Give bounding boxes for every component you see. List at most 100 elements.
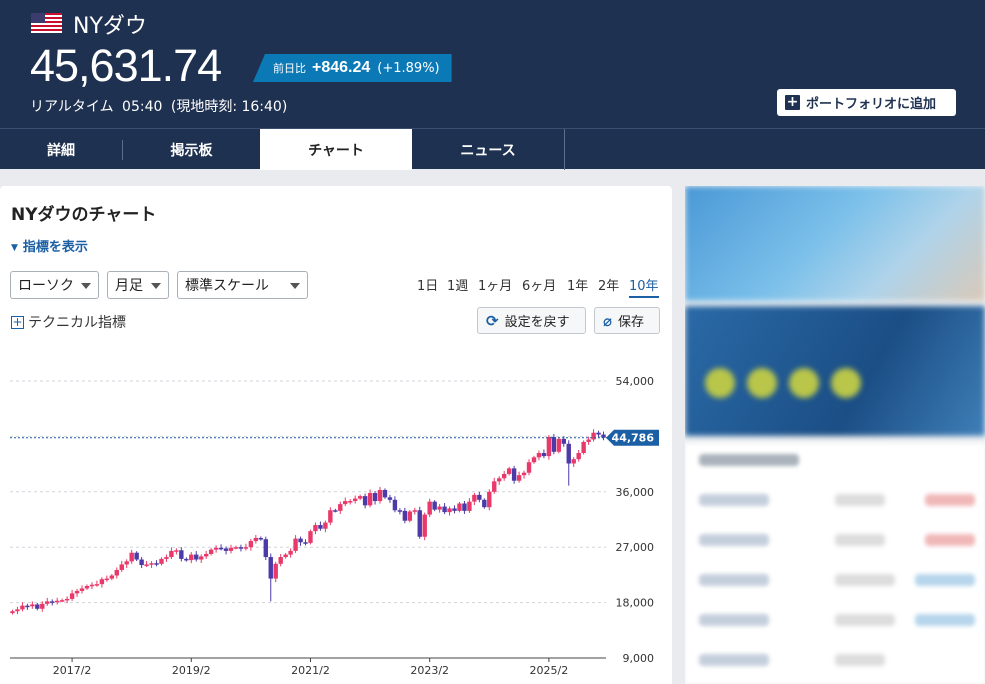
y-tick-label: 27,000: [616, 541, 655, 554]
candle-body: [144, 564, 149, 566]
reset-settings-button[interactable]: ⟳ 設定を戻す: [477, 307, 586, 334]
candle-body: [526, 462, 532, 473]
technical-indicator-toggle[interactable]: + テクニカル指標: [11, 312, 126, 332]
ad-dot: [831, 368, 861, 398]
candle-body: [551, 437, 557, 452]
candle-body: [422, 514, 427, 537]
candle-body: [492, 481, 497, 492]
candle-body: [333, 510, 338, 512]
candle-body: [69, 593, 75, 599]
candle-body: [313, 525, 318, 532]
candle-body: [213, 547, 219, 550]
tab-news[interactable]: ニュース: [412, 129, 564, 170]
candle-body: [482, 499, 487, 508]
candle-body: [179, 550, 184, 559]
candle-body: [387, 497, 393, 500]
candle-body: [94, 584, 100, 586]
tab-details[interactable]: 詳細: [0, 129, 122, 170]
candle-body: [119, 564, 124, 570]
candle-body: [159, 558, 164, 564]
blurred-cell: [835, 534, 885, 546]
save-button[interactable]: ⌀ 保存: [594, 307, 660, 334]
candle-body: [278, 557, 283, 564]
realtime-info: リアルタイム 05:40 (現地時刻: 16:40): [30, 96, 291, 116]
chart-type-select[interactable]: ローソク: [10, 271, 99, 299]
candle-body: [293, 538, 298, 551]
tab-board[interactable]: 掲示板: [123, 129, 260, 170]
candle-body: [89, 584, 95, 587]
candle-body: [328, 510, 333, 523]
candle-body: [114, 569, 119, 576]
candlestick-chart[interactable]: 54,00045,00036,00027,00018,0009,0002017/…: [0, 366, 672, 684]
period-2y[interactable]: 2年: [598, 275, 619, 294]
blurred-cell: [915, 574, 975, 586]
blurred-cell: [699, 614, 769, 626]
candle-body: [596, 432, 601, 435]
candle-body: [99, 579, 105, 585]
scale-select[interactable]: 標準スケール: [177, 271, 308, 299]
index-name: NYダウ: [73, 14, 147, 39]
candle-body: [218, 547, 224, 550]
candle-body: [238, 547, 244, 549]
candle-body: [30, 604, 35, 607]
period-1d[interactable]: 1日: [417, 275, 438, 294]
add-portfolio-button[interactable]: + ポートフォリオに追加: [777, 89, 956, 116]
period-1m[interactable]: 1ヶ月: [478, 275, 512, 294]
change-label: 前日比: [273, 62, 306, 75]
period-10y[interactable]: 10年: [629, 275, 659, 298]
period-1y[interactable]: 1年: [567, 275, 588, 294]
candle-body: [511, 468, 517, 481]
candle-body: [377, 489, 383, 502]
interval-select[interactable]: 月足: [107, 271, 169, 299]
candle-body: [501, 473, 507, 479]
x-tick-label: 2023/2: [410, 664, 449, 677]
candle-body: [194, 554, 199, 560]
change-badge: 前日比 +846.24 (+1.89%): [253, 54, 452, 82]
candle-body: [50, 601, 55, 603]
blurred-table: [685, 444, 985, 684]
candle-body: [54, 600, 60, 603]
candle-body: [74, 590, 80, 594]
candle-body: [223, 548, 229, 551]
candle-body: [442, 506, 447, 513]
candle-body: [357, 496, 363, 499]
candle-body: [154, 563, 159, 565]
ad-banner-top[interactable]: [685, 186, 985, 301]
candle-body: [109, 575, 115, 579]
tab-chart[interactable]: チャート: [260, 129, 412, 170]
candle-body: [348, 501, 353, 503]
blurred-cell: [835, 614, 895, 626]
y-tick-label: 9,000: [623, 652, 655, 665]
candle-body: [497, 478, 502, 482]
period-6m[interactable]: 6ヶ月: [522, 275, 556, 294]
candle-body: [462, 503, 467, 511]
candle-body: [59, 600, 65, 602]
candle-body: [367, 493, 373, 506]
candle-body: [487, 491, 492, 508]
candle-body: [149, 563, 154, 565]
tab-bar: 詳細 掲示板 チャート ニュース: [0, 128, 985, 170]
candle-body: [323, 522, 328, 529]
candle-body: [199, 556, 204, 560]
tab-divider: [564, 129, 565, 170]
candle-body: [308, 531, 313, 543]
candle-body: [452, 508, 457, 511]
candle-body: [124, 561, 129, 565]
ad-dot: [789, 368, 819, 398]
blurred-heading: [699, 454, 799, 466]
change-value: +846.24: [312, 59, 371, 76]
candle-body: [283, 554, 288, 558]
sidebar-ad: [685, 186, 985, 684]
candle-body: [417, 510, 422, 537]
period-1w[interactable]: 1週: [447, 275, 468, 294]
candle-body: [372, 493, 378, 502]
last-price-label: 44,786: [612, 432, 655, 445]
show-indicators-toggle[interactable]: ▼ 指標を表示: [11, 236, 88, 255]
candle-body: [40, 603, 45, 609]
candle-body: [447, 508, 452, 513]
candle-body: [397, 510, 403, 512]
plus-box-icon: +: [11, 314, 24, 329]
candle-body: [64, 598, 70, 601]
y-tick-label: 54,000: [616, 375, 655, 388]
blurred-cell: [699, 654, 769, 666]
